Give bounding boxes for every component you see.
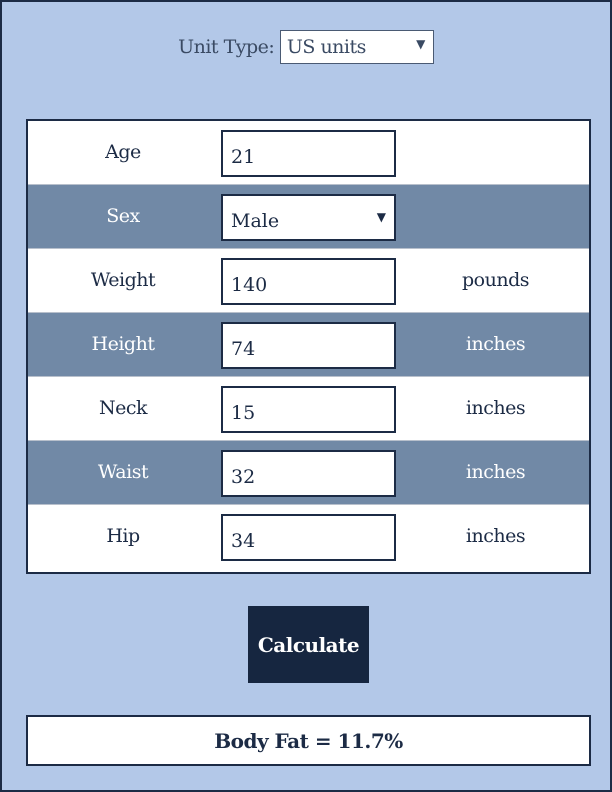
row-height: Height 74 inches <box>28 313 589 377</box>
height-unit: inches <box>465 333 526 355</box>
weight-unit: pounds <box>462 269 530 291</box>
unit-type-control: Unit Type: US units ▼ <box>2 30 610 64</box>
age-input[interactable]: 21 <box>221 130 396 177</box>
hip-input[interactable]: 34 <box>221 514 396 561</box>
unit-type-select[interactable]: US units ▼ <box>279 30 434 64</box>
neck-label: Neck <box>98 397 148 419</box>
dropdown-arrow-icon: ▼ <box>416 37 425 51</box>
dropdown-arrow-icon: ▼ <box>376 210 386 224</box>
weight-label: Weight <box>90 269 156 291</box>
row-waist: Waist 32 inches <box>28 441 589 505</box>
age-label: Age <box>105 141 141 163</box>
waist-unit: inches <box>465 461 526 483</box>
sex-label: Sex <box>106 205 140 227</box>
sex-select[interactable]: Male ▼ <box>221 194 396 241</box>
input-table: Age 21 Sex Male ▼ Weight 140 pounds Heigh… <box>26 119 591 574</box>
calculate-button[interactable]: Calculate <box>248 606 369 683</box>
weight-input[interactable]: 140 <box>221 258 396 305</box>
row-hip: Hip 34 inches <box>28 505 589 569</box>
height-input[interactable]: 74 <box>221 322 396 369</box>
waist-label: Waist <box>97 461 149 483</box>
neck-unit: inches <box>465 397 526 419</box>
sex-value: Male <box>231 210 280 232</box>
row-neck: Neck 15 inches <box>28 377 589 441</box>
neck-input[interactable]: 15 <box>221 386 396 433</box>
unit-type-value: US units <box>286 36 367 58</box>
row-sex: Sex Male ▼ <box>28 185 589 249</box>
row-age: Age 21 <box>28 121 589 185</box>
unit-type-label: Unit Type: <box>178 36 275 58</box>
hip-unit: inches <box>465 525 526 547</box>
waist-input[interactable]: 32 <box>221 450 396 497</box>
row-weight: Weight 140 pounds <box>28 249 589 313</box>
hip-label: Hip <box>106 525 140 547</box>
height-label: Height <box>91 333 155 355</box>
body-fat-result: Body Fat = 11.7% <box>26 715 591 766</box>
